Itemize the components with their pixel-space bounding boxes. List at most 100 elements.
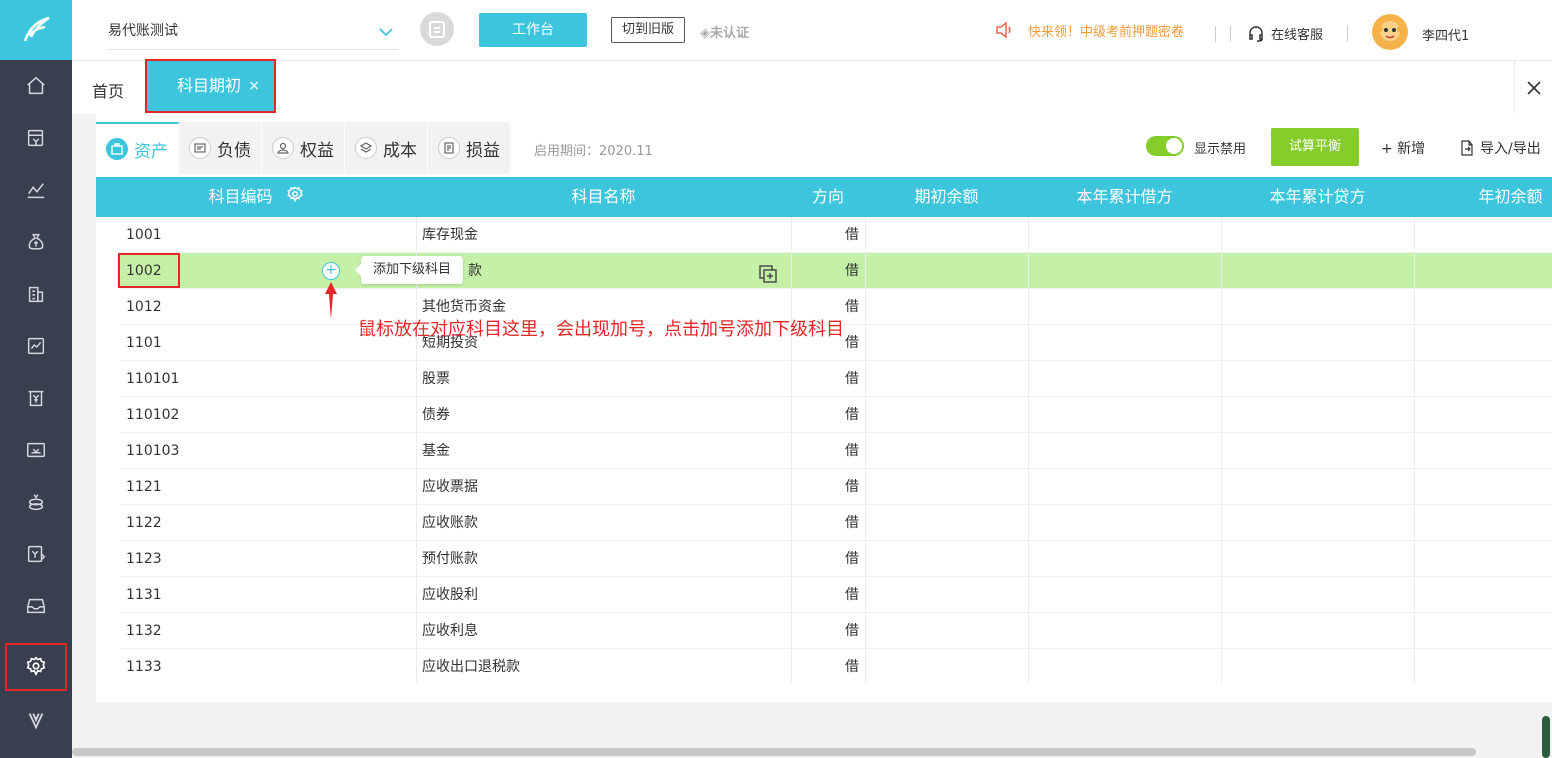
profit-loss-icon — [438, 137, 460, 159]
certification-status[interactable]: ◈未认证 — [700, 22, 749, 41]
add-child-plus-icon[interactable]: + — [322, 262, 340, 280]
direction: 借 — [845, 659, 859, 675]
settings-icon[interactable] — [286, 178, 304, 218]
promo-link[interactable]: 快来领！中级考前押题密卷 — [994, 20, 1184, 40]
divider — [416, 217, 417, 683]
voucher-icon[interactable] — [0, 112, 72, 164]
company-select[interactable]: 易代账测试 — [108, 14, 398, 50]
subject-code: 1133 — [126, 659, 162, 675]
direction: 借 — [845, 623, 859, 639]
money-bag-icon[interactable] — [0, 216, 72, 268]
table-row[interactable]: 1121 应收票据 借 — [120, 469, 1552, 505]
tab-home[interactable]: 首页 — [92, 78, 124, 102]
direction: 借 — [845, 551, 859, 567]
subject-code: 1121 — [126, 479, 162, 495]
arrow-up-icon — [325, 282, 337, 320]
tab-asset[interactable]: 资产 — [96, 122, 179, 174]
table-row[interactable]: 1133 应收出口退税款 借 — [120, 649, 1552, 683]
tax-icon[interactable] — [0, 528, 72, 580]
report-icon[interactable] — [0, 320, 72, 372]
subject-code: 110101 — [126, 371, 180, 387]
col-opening-balance: 期初余额 — [914, 187, 979, 206]
add-child-tooltip: 添加下级科目 — [355, 256, 463, 284]
direction: 借 — [845, 371, 859, 387]
workbench-button[interactable]: 工作台 — [479, 13, 587, 47]
speaker-icon — [996, 21, 1011, 39]
import-export-button[interactable]: 导入/导出 — [1460, 138, 1541, 158]
asset-icon — [106, 138, 128, 160]
table-row[interactable]: 1122 应收账款 借 — [120, 505, 1552, 541]
table-row[interactable]: 1132 应收利息 借 — [120, 613, 1552, 649]
vertical-scrollbar[interactable] — [1542, 716, 1550, 758]
shield-icon: ◈ — [700, 26, 710, 41]
avatar[interactable] — [1372, 14, 1408, 50]
subject-name: 应收票据 — [422, 479, 478, 495]
coins-icon[interactable] — [0, 476, 72, 528]
copy-add-icon[interactable] — [758, 264, 778, 284]
chart-icon[interactable] — [0, 164, 72, 216]
archive-icon[interactable] — [0, 580, 72, 632]
subject-name: 预付账款 — [422, 551, 478, 567]
subject-code: 1101 — [126, 335, 162, 351]
table-row[interactable]: 1123 预付账款 借 — [120, 541, 1552, 577]
category-tabs: 资产 负债 权益 成本 损益 — [96, 122, 511, 174]
logo-icon[interactable] — [0, 0, 72, 60]
table-row[interactable]: 110103 基金 借 — [120, 433, 1552, 469]
table-row[interactable]: 110102 债券 借 — [120, 397, 1552, 433]
col-ytd-debit: 本年累计借方 — [1076, 187, 1173, 206]
col-code: 科目编码 — [96, 177, 416, 217]
close-all-tabs-icon[interactable] — [1514, 61, 1552, 115]
subject-name: 应收股利 — [422, 587, 478, 603]
trial-balance-button[interactable]: 试算平衡 — [1271, 128, 1359, 166]
divider — [1347, 26, 1348, 42]
table-row[interactable]: 110101 股票 借 — [120, 361, 1552, 397]
subject-code: 1001 — [126, 227, 162, 243]
subject-name: 债券 — [422, 407, 450, 423]
tab-equity[interactable]: 权益 — [262, 122, 345, 174]
subject-name: 股票 — [422, 371, 450, 387]
subject-code: 1122 — [126, 515, 162, 531]
direction: 借 — [845, 587, 859, 603]
building-icon[interactable] — [0, 268, 72, 320]
table-row[interactable]: 1001 库存现金 借 — [120, 217, 1552, 253]
direction: 借 — [845, 407, 859, 423]
switch-old-version-button[interactable]: 切到旧版 — [611, 17, 685, 43]
close-tab-icon[interactable]: × — [248, 61, 260, 111]
sidebar — [0, 0, 72, 758]
divider — [1414, 217, 1415, 683]
username[interactable]: 李四代1 — [1422, 25, 1469, 44]
tab-subject-opening[interactable]: 科目期初 × — [145, 59, 276, 113]
direction: 借 — [845, 479, 859, 495]
chevron-down-icon — [378, 18, 394, 52]
home-icon[interactable] — [0, 60, 72, 112]
subject-code: 1131 — [126, 587, 162, 603]
settings-highlight-box — [5, 643, 67, 691]
horizontal-scrollbar[interactable] — [72, 748, 1476, 756]
online-service-link[interactable]: 在线客服 — [1247, 24, 1323, 43]
salary-icon[interactable] — [0, 424, 72, 476]
show-disabled-toggle[interactable] — [1146, 136, 1184, 156]
col-direction: 方向 — [811, 187, 844, 206]
equity-icon — [272, 137, 294, 159]
subject-code: 1123 — [126, 551, 162, 567]
add-button[interactable]: + 新增 — [1381, 138, 1425, 158]
vip-icon[interactable] — [0, 694, 72, 746]
tab-cost[interactable]: 成本 — [345, 122, 428, 174]
invoice-icon[interactable] — [0, 372, 72, 424]
subject-code: 110102 — [126, 407, 180, 423]
liability-icon — [189, 137, 211, 159]
code-highlight-box — [118, 253, 180, 288]
subject-code: 1132 — [126, 623, 162, 639]
tab-profit-loss[interactable]: 损益 — [428, 122, 511, 174]
calendar-icon[interactable] — [420, 12, 454, 46]
subject-name: 基金 — [422, 443, 450, 459]
divider — [1230, 26, 1231, 42]
tab-liability[interactable]: 负债 — [179, 122, 262, 174]
subject-name: 款 — [468, 263, 482, 279]
col-ytd-credit: 本年累计贷方 — [1269, 187, 1366, 206]
table-row[interactable]: 1131 应收股利 借 — [120, 577, 1552, 613]
col-year-opening: 年初余额 — [1478, 187, 1543, 206]
enable-period: 启用期间：2020.11 — [534, 144, 653, 159]
divider — [1221, 217, 1222, 683]
direction: 借 — [845, 443, 859, 459]
